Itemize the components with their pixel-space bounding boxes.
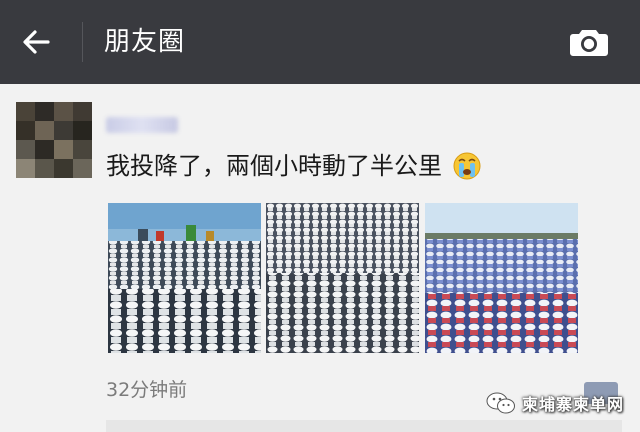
crowd-photo-3-image [425, 203, 578, 353]
watermark-text: 柬埔寨柬单网 [522, 395, 625, 414]
crying-face-icon [453, 152, 481, 180]
crowd-photo-1[interactable] [108, 203, 261, 353]
header-divider [82, 22, 83, 62]
post-content: 我投降了，兩個小時動了半公里 [106, 146, 482, 186]
wechat-logo-icon [486, 392, 515, 414]
back-arrow-icon [23, 30, 50, 54]
crowd-photo-2[interactable] [266, 203, 419, 353]
watermark: 柬埔寨柬单网 [486, 388, 624, 418]
back-button[interactable] [14, 20, 58, 64]
top-navigation-bar: 朋友圈 [0, 0, 640, 84]
post-text: 我投降了，兩個小時動了半公里 [106, 152, 442, 180]
camera-icon [570, 30, 608, 56]
post-timestamp: 32分钟前 [106, 379, 188, 401]
camera-button[interactable] [566, 22, 612, 62]
page-title: 朋友圈 [104, 27, 186, 57]
avatar[interactable] [16, 102, 92, 178]
comment-area [106, 420, 622, 432]
crowd-photo-1-image [108, 203, 261, 353]
crowd-photo-2-image [266, 203, 419, 353]
username-blurred[interactable] [106, 117, 178, 133]
crowd-photo-3[interactable] [425, 203, 578, 353]
